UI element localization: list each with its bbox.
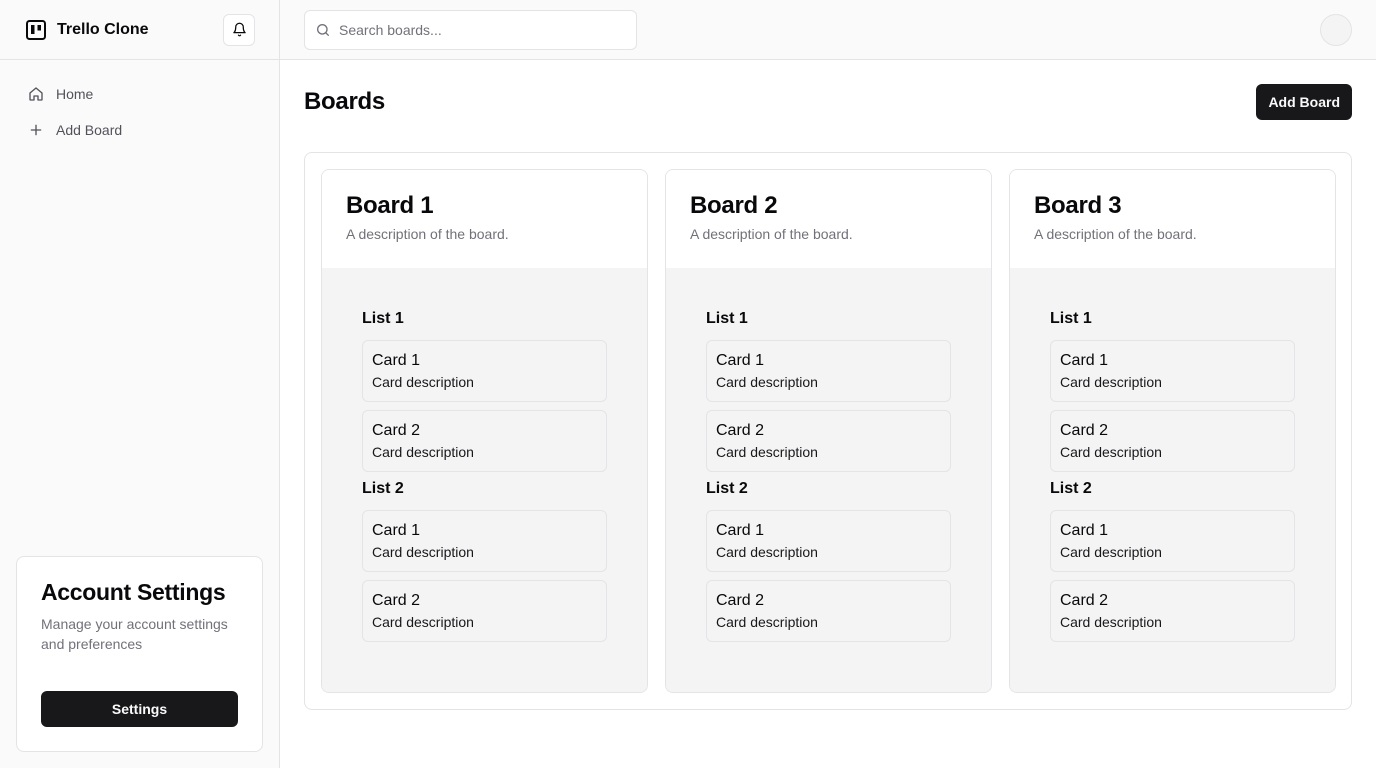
list-card[interactable]: Card 2 Card description — [706, 410, 951, 472]
avatar[interactable] — [1320, 14, 1352, 46]
boards-container: Board 1 A description of the board. List… — [304, 152, 1352, 710]
card-description: Card description — [372, 374, 474, 390]
board-card[interactable]: Board 3 A description of the board. List… — [1009, 169, 1336, 693]
card-description: Card description — [1060, 614, 1162, 630]
board-list: List 2 Card 1 Card description Card 2 Card d… — [362, 480, 607, 642]
sidebar: Trello Clone Home Add Board Account Sett… — [0, 0, 280, 768]
bell-icon — [232, 22, 247, 37]
sidebar-nav: Home Add Board — [0, 60, 279, 148]
board-body: List 1 Card 1 Card description Card 2 Card d… — [322, 268, 647, 692]
account-settings-description: Manage your account settings and prefere… — [41, 616, 228, 652]
list-card[interactable]: Card 1 Card description — [706, 510, 951, 572]
settings-button[interactable]: Settings — [41, 691, 238, 727]
app-title: Trello Clone — [57, 20, 149, 38]
list-card[interactable]: Card 1 Card description — [1050, 510, 1295, 572]
card-title: Card 1 — [716, 352, 765, 369]
list-card[interactable]: Card 2 Card description — [1050, 410, 1295, 472]
board-description: A description of the board. — [1034, 226, 1197, 242]
search-icon — [315, 22, 331, 38]
card-title: Card 1 — [1060, 522, 1109, 539]
topbar — [280, 0, 1376, 60]
board-title: Board 3 — [1034, 192, 1122, 219]
sidebar-item-home[interactable]: Home — [16, 76, 263, 112]
add-board-button[interactable]: Add Board — [1256, 84, 1352, 120]
list-title: List 2 — [1050, 480, 1092, 497]
board-body: List 1 Card 1 Card description Card 2 Card d… — [666, 268, 991, 692]
board-card[interactable]: Board 1 A description of the board. List… — [321, 169, 648, 693]
card-description: Card description — [372, 614, 474, 630]
list-title: List 2 — [706, 480, 748, 497]
card-description: Card description — [372, 544, 474, 560]
list-card[interactable]: Card 2 Card description — [362, 580, 607, 642]
list-title: List 2 — [362, 480, 404, 497]
account-settings-title: Account Settings — [41, 579, 226, 605]
card-description: Card description — [716, 444, 818, 460]
list-card[interactable]: Card 2 Card description — [1050, 580, 1295, 642]
sidebar-item-label: Home — [56, 86, 94, 102]
account-settings-card: Account Settings Manage your account set… — [16, 556, 263, 752]
list-title: List 1 — [362, 310, 404, 327]
sidebar-item-label: Add Board — [56, 122, 123, 138]
board-list: List 1 Card 1 Card description Card 2 Card d… — [1050, 310, 1295, 472]
card-title: Card 2 — [716, 592, 765, 609]
board-list: List 1 Card 1 Card description Card 2 Card d… — [706, 310, 951, 472]
search-box[interactable] — [304, 10, 637, 50]
board-description: A description of the board. — [690, 226, 853, 242]
card-title: Card 1 — [372, 352, 421, 369]
card-description: Card description — [716, 374, 818, 390]
list-card[interactable]: Card 1 Card description — [362, 510, 607, 572]
board-title: Board 1 — [346, 192, 434, 219]
card-title: Card 2 — [372, 422, 421, 439]
plus-icon — [28, 122, 44, 138]
card-title: Card 1 — [1060, 352, 1109, 369]
card-title: Card 1 — [716, 522, 765, 539]
board-title: Board 2 — [690, 192, 778, 219]
card-title: Card 1 — [372, 522, 421, 539]
board-card[interactable]: Board 2 A description of the board. List… — [665, 169, 992, 693]
board-description: A description of the board. — [346, 226, 509, 242]
main-content: Boards Add Board Board 1 A description o… — [280, 60, 1376, 768]
notifications-button[interactable] — [223, 13, 255, 46]
card-description: Card description — [1060, 374, 1162, 390]
board-list: List 1 Card 1 Card description Card 2 Card d… — [362, 310, 607, 472]
list-title: List 1 — [706, 310, 748, 327]
sidebar-header: Trello Clone — [0, 0, 279, 60]
board-header: Board 2 A description of the board. — [666, 170, 991, 268]
list-card[interactable]: Card 2 Card description — [706, 580, 951, 642]
card-title: Card 2 — [372, 592, 421, 609]
card-description: Card description — [372, 444, 474, 460]
board-header: Board 3 A description of the board. — [1010, 170, 1335, 268]
trello-logo-icon — [25, 19, 47, 41]
list-title: List 1 — [1050, 310, 1092, 327]
sidebar-item-add-board[interactable]: Add Board — [16, 112, 263, 148]
card-description: Card description — [1060, 544, 1162, 560]
card-title: Card 2 — [716, 422, 765, 439]
list-card[interactable]: Card 2 Card description — [362, 410, 607, 472]
home-icon — [28, 86, 44, 102]
list-card[interactable]: Card 1 Card description — [1050, 340, 1295, 402]
card-description: Card description — [716, 544, 818, 560]
page-title: Boards — [304, 88, 385, 115]
list-card[interactable]: Card 1 Card description — [362, 340, 607, 402]
search-input[interactable] — [339, 22, 619, 38]
board-header: Board 1 A description of the board. — [322, 170, 647, 268]
boards-grid: Board 1 A description of the board. List… — [321, 169, 1336, 693]
card-title: Card 2 — [1060, 592, 1109, 609]
card-title: Card 2 — [1060, 422, 1109, 439]
list-card[interactable]: Card 1 Card description — [706, 340, 951, 402]
board-body: List 1 Card 1 Card description Card 2 Card d… — [1010, 268, 1335, 692]
card-description: Card description — [716, 614, 818, 630]
board-list: List 2 Card 1 Card description Card 2 Card d… — [706, 480, 951, 642]
board-list: List 2 Card 1 Card description Card 2 Card d… — [1050, 480, 1295, 642]
card-description: Card description — [1060, 444, 1162, 460]
